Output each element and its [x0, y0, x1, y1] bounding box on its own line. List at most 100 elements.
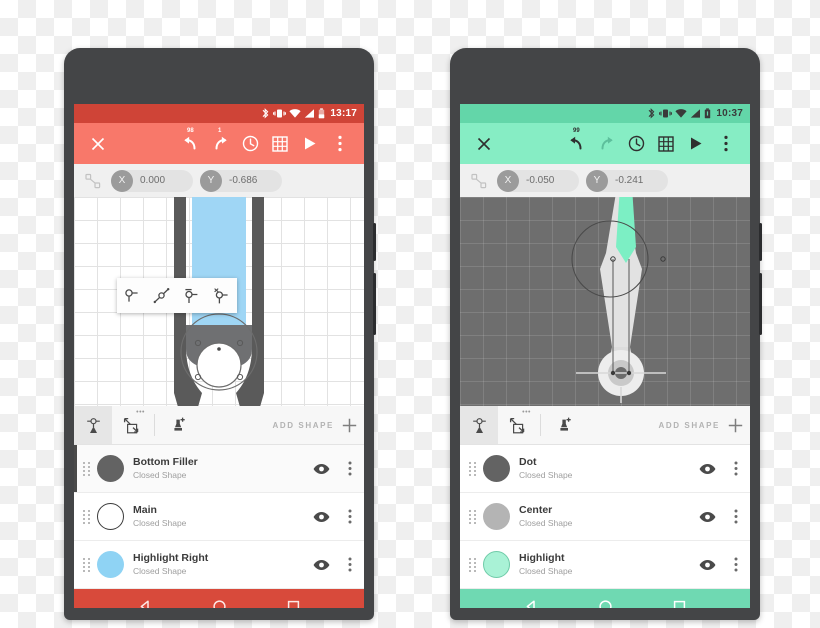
redo-count-badge: 1 — [218, 127, 222, 134]
pen-tool-button[interactable] — [545, 406, 583, 444]
drawing-canvas-right[interactable] — [460, 197, 750, 406]
layer-visibility-toggle[interactable] — [692, 559, 722, 571]
signal-icon — [305, 109, 315, 118]
transform-tool-button[interactable]: ••• — [112, 406, 150, 444]
play-icon — [691, 137, 702, 150]
close-button[interactable] — [469, 129, 499, 159]
drag-handle-icon[interactable] — [463, 461, 481, 476]
link-nodes-icon[interactable] — [468, 170, 490, 192]
add-shape-label: ADD SHAPE — [272, 420, 334, 430]
node-delete-icon[interactable] — [209, 283, 235, 309]
home-button[interactable] — [212, 599, 227, 608]
layer-overflow-button[interactable] — [722, 509, 750, 524]
power-button-right-phone[interactable] — [759, 223, 762, 261]
drag-handle-icon[interactable] — [463, 557, 481, 572]
history-button[interactable] — [621, 129, 651, 159]
y-coordinate-field[interactable]: Y -0.241 — [586, 169, 668, 192]
overflow-icon — [734, 509, 738, 524]
node-symmetric-icon[interactable] — [179, 283, 205, 309]
drag-handle-icon[interactable] — [463, 509, 481, 524]
transform-tool-button[interactable]: ••• — [498, 406, 536, 444]
back-button[interactable] — [524, 599, 539, 608]
x-coordinate-field[interactable]: X 0.000 — [111, 169, 193, 192]
layer-overflow-button[interactable] — [336, 461, 364, 476]
undo-button[interactable]: 98 — [175, 128, 205, 159]
drawing-canvas-left[interactable] — [74, 197, 364, 406]
close-button[interactable] — [83, 129, 113, 159]
layer-visibility-toggle[interactable] — [306, 511, 336, 523]
status-time: 13:17 — [330, 108, 357, 119]
node-edit-toolbar[interactable] — [117, 278, 237, 313]
node-corner-icon[interactable] — [119, 283, 145, 309]
volume-button-right-phone[interactable] — [759, 273, 762, 335]
drag-handle-icon[interactable] — [77, 557, 95, 572]
grid-toggle-button[interactable] — [651, 129, 681, 159]
x-coordinate-value: 0.000 — [140, 175, 166, 186]
undo-button[interactable]: 99 — [561, 128, 591, 159]
close-icon — [91, 137, 105, 150]
grid-toggle-button[interactable] — [265, 129, 295, 159]
layer-overflow-button[interactable] — [722, 557, 750, 572]
layer-color-swatch — [483, 455, 510, 482]
vector-artwork-right[interactable] — [460, 197, 750, 406]
bluetooth-icon — [649, 108, 655, 119]
node-smooth-icon[interactable] — [149, 283, 175, 309]
layer-visibility-toggle[interactable] — [692, 511, 722, 523]
home-icon — [598, 599, 612, 608]
play-preview-button[interactable] — [681, 129, 711, 159]
vibrate-icon — [659, 109, 673, 118]
table-row[interactable]: Main Closed Shape — [74, 493, 364, 541]
screen-left: 13:17 98 1 X 0.000 Y -0.686 ••• ADD SHAP… — [74, 104, 364, 608]
x-coordinate-field[interactable]: X -0.050 — [497, 169, 579, 192]
select-node-tool-icon — [472, 417, 486, 433]
layer-color-swatch — [483, 551, 510, 578]
layer-overflow-button[interactable] — [336, 557, 364, 572]
back-button[interactable] — [138, 599, 153, 608]
redo-button[interactable] — [591, 129, 621, 159]
y-coordinate-field[interactable]: Y -0.686 — [200, 169, 282, 192]
select-node-tool-button[interactable] — [460, 406, 498, 444]
volume-button-left-phone[interactable] — [373, 273, 376, 335]
link-nodes-icon[interactable] — [82, 170, 104, 192]
x-axis-label: X — [497, 169, 519, 192]
recents-button[interactable] — [286, 599, 301, 608]
recents-button[interactable] — [672, 599, 687, 608]
layer-visibility-toggle[interactable] — [306, 559, 336, 571]
undo-icon — [183, 136, 195, 150]
add-shape-button[interactable] — [720, 406, 750, 444]
layer-overflow-button[interactable] — [336, 509, 364, 524]
history-button[interactable] — [235, 129, 265, 159]
overflow-menu-button[interactable] — [711, 129, 741, 159]
overflow-menu-button[interactable] — [325, 129, 355, 159]
screen-right: 10:37 99 X -0.050 Y -0.241 ••• ADD SHAPE… — [460, 104, 750, 608]
drag-handle-icon[interactable] — [77, 461, 95, 476]
layer-color-swatch — [97, 503, 124, 530]
layer-overflow-button[interactable] — [722, 461, 750, 476]
select-node-tool-button[interactable] — [74, 406, 112, 444]
wifi-icon — [289, 109, 302, 118]
redo-button[interactable]: 1 — [205, 127, 235, 159]
table-row[interactable]: Dot Closed Shape — [460, 445, 750, 493]
layer-visibility-toggle[interactable] — [692, 463, 722, 475]
eye-icon — [699, 559, 715, 570]
redo-icon — [215, 136, 227, 150]
recents-icon — [673, 600, 685, 608]
table-row[interactable]: Bottom Filler Closed Shape — [74, 445, 364, 493]
battery-icon — [319, 108, 325, 119]
add-shape-button[interactable] — [334, 406, 364, 444]
redo-icon — [601, 136, 613, 150]
drag-handle-icon[interactable] — [77, 509, 95, 524]
coordinate-bar-left: X 0.000 Y -0.686 — [74, 164, 364, 197]
play-preview-button[interactable] — [295, 129, 325, 159]
pen-tool-button[interactable] — [159, 406, 197, 444]
table-row[interactable]: Highlight Closed Shape — [460, 541, 750, 589]
home-button[interactable] — [598, 599, 613, 608]
table-row[interactable]: Center Closed Shape — [460, 493, 750, 541]
layer-visibility-toggle[interactable] — [306, 463, 336, 475]
back-icon — [526, 599, 535, 608]
tools-divider — [540, 414, 541, 436]
undo-icon — [569, 136, 581, 150]
wifi-icon — [675, 109, 688, 118]
power-button-left-phone[interactable] — [373, 223, 376, 261]
table-row[interactable]: Highlight Right Closed Shape — [74, 541, 364, 589]
